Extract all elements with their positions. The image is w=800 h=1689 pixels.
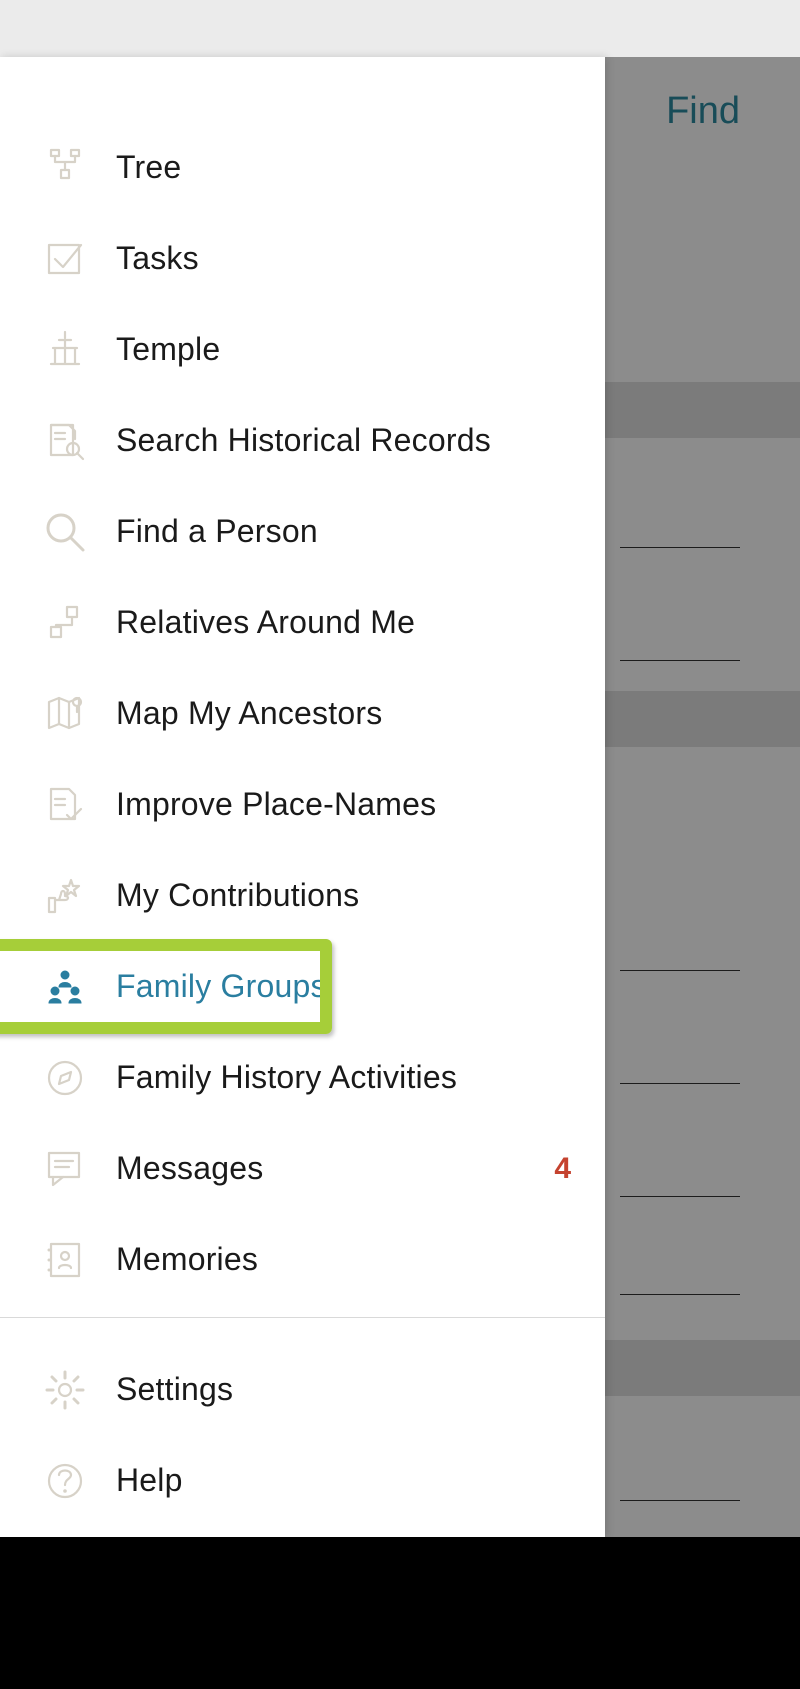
menu-list: Tree Tasks Temple Search Historical Records… [0, 57, 605, 1526]
menu-item-family-groups[interactable]: Family Groups [0, 941, 605, 1032]
temple-icon [42, 327, 88, 373]
badge-count: 4 [554, 1152, 571, 1186]
menu-item-search-records[interactable]: Search Historical Records [0, 395, 605, 486]
menu-item-label: Tree [116, 149, 181, 186]
menu-item-label: Settings [116, 1371, 233, 1408]
modal-overlay[interactable] [605, 57, 800, 1537]
menu-item-label: Family Groups [116, 968, 327, 1005]
menu-item-temple[interactable]: Temple [0, 304, 605, 395]
menu-item-memories[interactable]: Memories [0, 1214, 605, 1305]
menu-item-relatives[interactable]: Relatives Around Me [0, 577, 605, 668]
bottom-bar [0, 1537, 800, 1689]
menu-item-label: Find a Person [116, 513, 318, 550]
menu-item-label: Help [116, 1462, 183, 1499]
tree-icon [42, 145, 88, 191]
search-icon [42, 509, 88, 555]
menu-item-improve-places[interactable]: Improve Place-Names [0, 759, 605, 850]
status-bar [0, 0, 800, 57]
chat-icon [42, 1146, 88, 1192]
menu-item-label: Temple [116, 331, 220, 368]
menu-item-label: Map My Ancestors [116, 695, 382, 732]
menu-item-tree[interactable]: Tree [0, 122, 605, 213]
menu-item-label: Memories [116, 1241, 258, 1278]
menu-item-activities[interactable]: Family History Activities [0, 1032, 605, 1123]
group-icon [42, 964, 88, 1010]
menu-item-label: Tasks [116, 240, 199, 277]
menu-item-label: Relatives Around Me [116, 604, 415, 641]
map-pin-icon [42, 691, 88, 737]
menu-item-find-person[interactable]: Find a Person [0, 486, 605, 577]
gear-icon [42, 1367, 88, 1413]
menu-item-contributions[interactable]: My Contributions [0, 850, 605, 941]
thumbs-star-icon [42, 873, 88, 919]
help-icon [42, 1458, 88, 1504]
checkbox-icon [42, 236, 88, 282]
menu-item-tasks[interactable]: Tasks [0, 213, 605, 304]
album-icon [42, 1237, 88, 1283]
menu-item-map-ancestors[interactable]: Map My Ancestors [0, 668, 605, 759]
menu-item-messages[interactable]: Messages 4 [0, 1123, 605, 1214]
relatives-icon [42, 600, 88, 646]
menu-divider [0, 1317, 605, 1318]
doc-search-icon [42, 418, 88, 464]
menu-item-label: Family History Activities [116, 1059, 457, 1096]
compass-icon [42, 1055, 88, 1101]
menu-item-help[interactable]: Help [0, 1435, 605, 1526]
menu-item-label: Search Historical Records [116, 422, 491, 459]
menu-item-label: Improve Place-Names [116, 786, 436, 823]
doc-check-icon [42, 782, 88, 828]
navigation-drawer: Tree Tasks Temple Search Historical Records… [0, 57, 605, 1537]
viewport: Find TreeTasksTempleSearch Historical Re… [0, 0, 800, 1689]
menu-item-settings[interactable]: Settings [0, 1344, 605, 1435]
menu-item-label: My Contributions [116, 877, 359, 914]
menu-item-label: Messages [116, 1150, 263, 1187]
